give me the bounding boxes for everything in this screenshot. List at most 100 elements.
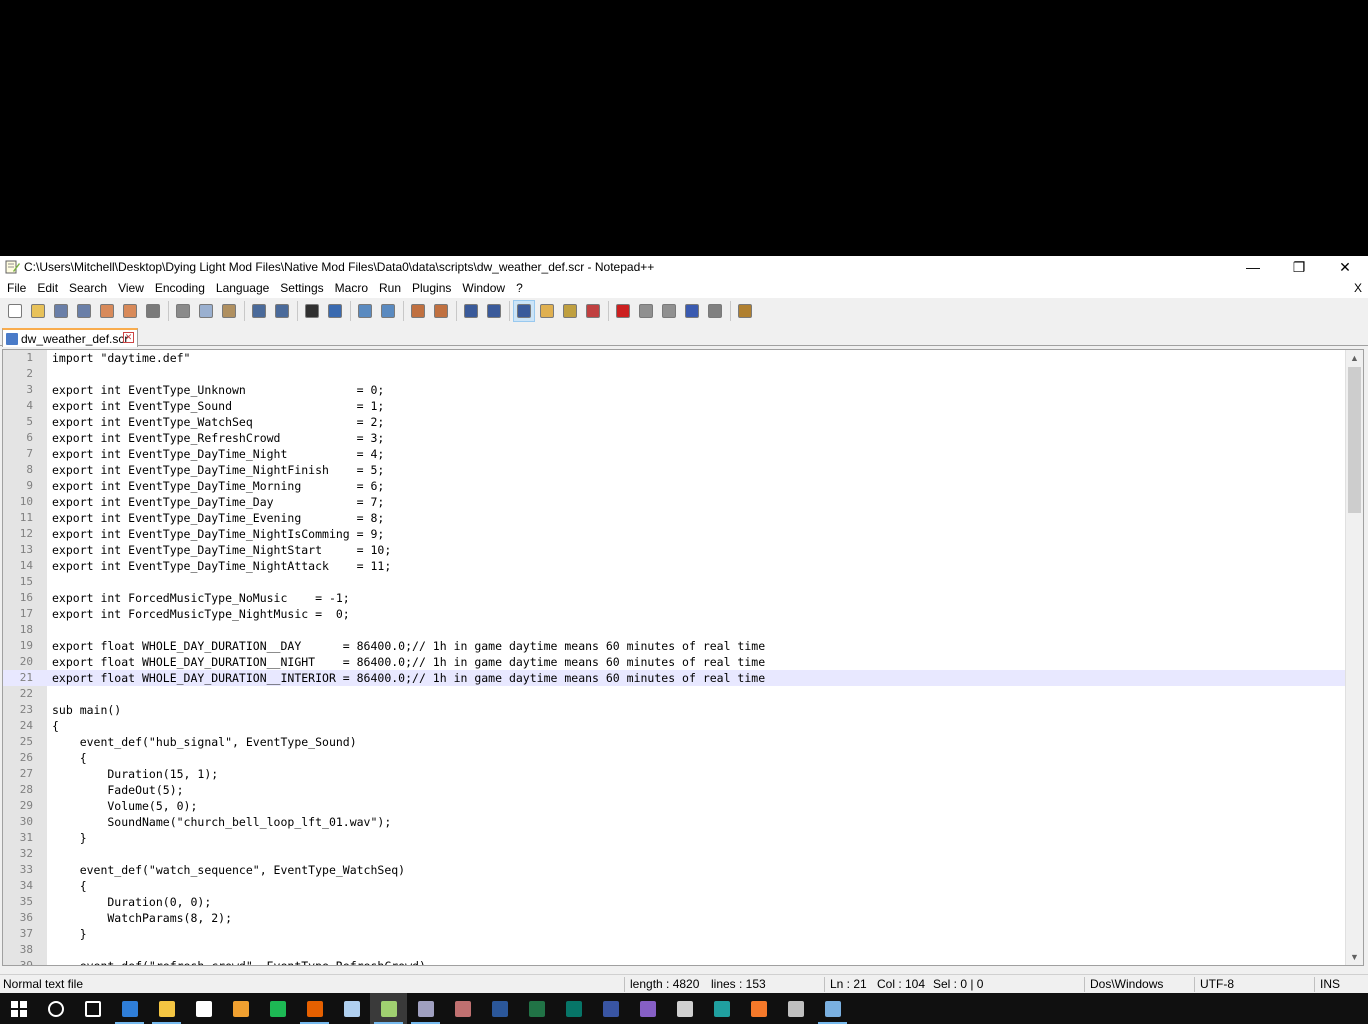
menu-file[interactable]: File	[3, 278, 30, 298]
new-file-icon[interactable]	[4, 300, 26, 322]
vertical-scrollbar[interactable]: ▲ ▼	[1345, 350, 1363, 965]
stop-macro-icon[interactable]	[635, 300, 657, 322]
sync-vertical-icon[interactable]	[407, 300, 429, 322]
plugin-icon[interactable]	[734, 300, 756, 322]
word-wrap-icon[interactable]	[460, 300, 482, 322]
show-all-chars-icon[interactable]	[483, 300, 505, 322]
code-line[interactable]: 30 SoundName("church_bell_loop_lft_01.wa…	[3, 814, 1347, 830]
close-window-button[interactable]: ✕	[1322, 256, 1368, 278]
save-all-icon[interactable]	[73, 300, 95, 322]
task-view-icon[interactable]	[74, 993, 111, 1024]
code-line[interactable]: 38	[3, 942, 1347, 958]
menu-view[interactable]: View	[114, 278, 148, 298]
terminal-icon[interactable]	[703, 993, 740, 1024]
menu-window[interactable]: Window	[458, 278, 509, 298]
excel-icon[interactable]	[518, 993, 555, 1024]
code-line[interactable]: 32	[3, 846, 1347, 862]
cut-icon[interactable]	[172, 300, 194, 322]
restore-button[interactable]: ❐	[1276, 256, 1322, 278]
start-button[interactable]	[0, 993, 37, 1024]
tab-close-icon[interactable]: ✕	[123, 332, 134, 343]
tab-dw-weather-def[interactable]: dw_weather_def.scr ✕	[2, 328, 138, 347]
copy-icon[interactable]	[195, 300, 217, 322]
user-language-icon[interactable]	[536, 300, 558, 322]
code-line[interactable]: 23 sub main()	[3, 702, 1347, 718]
code-line[interactable]: 18	[3, 622, 1347, 638]
record-macro-icon[interactable]	[612, 300, 634, 322]
code-line[interactable]: 29 Volume(5, 0);	[3, 798, 1347, 814]
save-macro-icon[interactable]	[704, 300, 726, 322]
notepad-icon[interactable]	[333, 993, 370, 1024]
code-line[interactable]: 19 export float WHOLE_DAY_DURATION__DAY =…	[3, 638, 1347, 654]
play-macro-icon[interactable]	[658, 300, 680, 322]
code-line[interactable]: 27 Duration(15, 1);	[3, 766, 1347, 782]
title-bar[interactable]: C:\Users\Mitchell\Desktop\Dying Light Mo…	[0, 256, 1368, 278]
code-line[interactable]: 17 export int ForcedMusicType_NightMusic …	[3, 606, 1347, 622]
steam-icon[interactable]	[814, 993, 851, 1024]
code-line[interactable]: 15	[3, 574, 1347, 590]
code-line[interactable]: 10 export int EventType_DayTime_Day = 7;	[3, 494, 1347, 510]
visual-studio-icon[interactable]	[629, 993, 666, 1024]
publisher-icon[interactable]	[555, 993, 592, 1024]
code-line[interactable]: 25 event_def("hub_signal", EventType_Sou…	[3, 734, 1347, 750]
code-line[interactable]: 6 export int EventType_RefreshCrowd = 3;	[3, 430, 1347, 446]
notepadpp-app-icon[interactable]	[4, 259, 20, 275]
status-encoding[interactable]: UTF-8	[1200, 975, 1234, 994]
app-icon-generic-3[interactable]	[777, 993, 814, 1024]
menu-run[interactable]: Run	[375, 278, 405, 298]
app-icon-generic-1[interactable]	[407, 993, 444, 1024]
code-line[interactable]: 35 Duration(0, 0);	[3, 894, 1347, 910]
code-line[interactable]: 22	[3, 686, 1347, 702]
photos-icon[interactable]	[222, 993, 259, 1024]
zoom-in-icon[interactable]	[354, 300, 376, 322]
audio-icon[interactable]	[666, 993, 703, 1024]
code-editor[interactable]: 1 import "daytime.def" 2 3 export int EventT…	[2, 349, 1364, 966]
scrollbar-thumb[interactable]	[1348, 367, 1361, 513]
find-icon[interactable]	[301, 300, 323, 322]
close-all-icon[interactable]	[119, 300, 141, 322]
menu-encoding[interactable]: Encoding	[151, 278, 209, 298]
visio-icon[interactable]	[592, 993, 629, 1024]
replace-icon[interactable]	[324, 300, 346, 322]
code-line[interactable]: 33 event_def("watch_sequence", EventType…	[3, 862, 1347, 878]
word-icon[interactable]	[481, 993, 518, 1024]
menu-plugins[interactable]: Plugins	[408, 278, 455, 298]
menu-help[interactable]: ?	[512, 278, 527, 298]
undo-icon[interactable]	[248, 300, 270, 322]
function-list-icon[interactable]	[582, 300, 604, 322]
menu-search[interactable]: Search	[65, 278, 111, 298]
firefox-icon[interactable]	[296, 993, 333, 1024]
code-line[interactable]: 12 export int EventType_DayTime_NightIsCo…	[3, 526, 1347, 542]
code-line[interactable]: 36 WatchParams(8, 2);	[3, 910, 1347, 926]
code-line[interactable]: 1 import "daytime.def"	[3, 350, 1347, 366]
code-line[interactable]: 7 export int EventType_DayTime_Night = 4;	[3, 446, 1347, 462]
code-line[interactable]: 26 {	[3, 750, 1347, 766]
code-line[interactable]: 34 {	[3, 878, 1347, 894]
code-line[interactable]: 5 export int EventType_WatchSeq = 2;	[3, 414, 1347, 430]
indent-guide-icon[interactable]	[513, 300, 535, 322]
file-explorer-icon[interactable]	[148, 993, 185, 1024]
save-icon[interactable]	[50, 300, 72, 322]
edge-icon[interactable]	[111, 993, 148, 1024]
code-line[interactable]: 21 export float WHOLE_DAY_DURATION__INTER…	[3, 670, 1347, 686]
sync-horizontal-icon[interactable]	[430, 300, 452, 322]
status-eol[interactable]: Dos\Windows	[1090, 975, 1163, 994]
run-macro-multiple-icon[interactable]	[681, 300, 703, 322]
code-line[interactable]: 14 export int EventType_DayTime_NightAtta…	[3, 558, 1347, 574]
code-line[interactable]: 2	[3, 366, 1347, 382]
redo-icon[interactable]	[271, 300, 293, 322]
zoom-out-icon[interactable]	[377, 300, 399, 322]
app-icon-generic-2[interactable]	[444, 993, 481, 1024]
menu-edit[interactable]: Edit	[33, 278, 62, 298]
code-line[interactable]: 16 export int ForcedMusicType_NoMusic = -…	[3, 590, 1347, 606]
menu-settings[interactable]: Settings	[276, 278, 327, 298]
code-line[interactable]: 37 }	[3, 926, 1347, 942]
code-line[interactable]: 20 export float WHOLE_DAY_DURATION__NIGHT…	[3, 654, 1347, 670]
code-line[interactable]: 39 event_def("refresh_crowd", EventType_…	[3, 958, 1347, 965]
code-line[interactable]: 24 {	[3, 718, 1347, 734]
doc-map-icon[interactable]	[559, 300, 581, 322]
store-icon[interactable]	[185, 993, 222, 1024]
print-icon[interactable]	[142, 300, 164, 322]
blender-icon[interactable]	[740, 993, 777, 1024]
scroll-up-icon[interactable]: ▲	[1346, 350, 1363, 366]
